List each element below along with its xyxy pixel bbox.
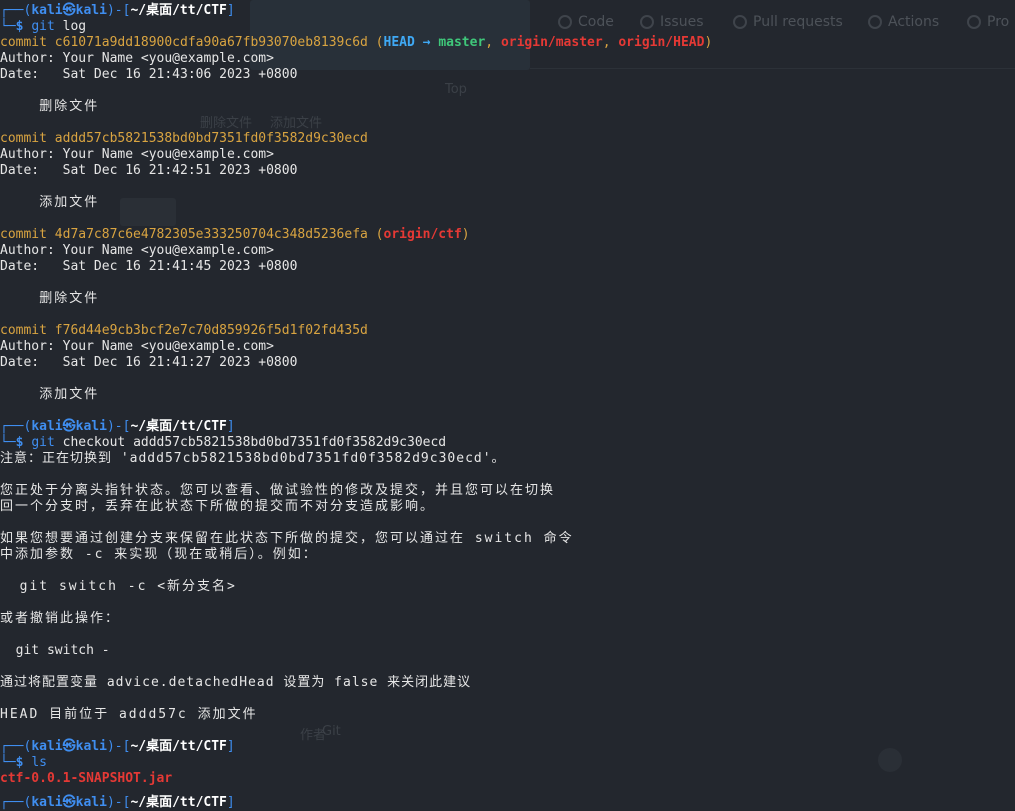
prompt-separator: )-[ [106, 3, 131, 18]
pull-request-icon [733, 15, 747, 29]
output-line: 通过将配置变量 advice.detachedHead 设置为 false 来关… [0, 675, 472, 690]
prompt-corner-top: ┌──( [0, 3, 32, 18]
ref-arrow: → [422, 35, 431, 50]
ls-output-file[interactable]: ctf-0.0.1-SNAPSHOT.jar [0, 771, 172, 787]
bg-tab-label: Pull requests [753, 14, 843, 30]
prompt-user: kali [31, 3, 63, 18]
output-line: 中添加参数 -c 来实现（现在或稍后）。例如： [0, 547, 318, 562]
bg-text-top: Top [445, 82, 467, 97]
prompt-line: ┌──(kali㉿kali)-[~/桌面/tt/CTF] [0, 3, 235, 19]
commit-hash: commit 4d7a7c87c6e4782305e333250704c348d… [0, 227, 368, 242]
background-button [120, 198, 176, 226]
commit-author: Author: Your Name <you@example.com> [0, 339, 274, 354]
prompt-line: ┌──(kali㉿kali)-[~/桌面/tt/CTF] [0, 795, 235, 811]
prompt-host: kali [75, 739, 107, 754]
prompt-host: kali [75, 419, 107, 434]
commit-message: 添加文件 [0, 387, 100, 402]
command-program: git [31, 435, 55, 450]
ref-head: HEAD [383, 35, 415, 50]
issues-icon [640, 15, 654, 29]
prompt-symbol: ㉿ [62, 419, 76, 434]
prompt-dollar: $ [15, 435, 24, 450]
bg-text-1: 删除文件 [200, 116, 253, 131]
ref-remote: origin/ctf [383, 227, 462, 242]
output-line: git switch - [0, 643, 110, 658]
commit-hash: commit f76d44e9cb3bcf2e7c70d859926f5d1f0… [0, 323, 368, 338]
prompt-dollar: $ [15, 19, 24, 34]
command-line: └─$ ls [0, 755, 47, 771]
command-args: log [54, 19, 87, 34]
prompt-dollar: $ [15, 755, 24, 770]
bg-tab-label: Actions [888, 14, 940, 30]
prompt-user: kali [31, 419, 63, 434]
command-line: └─$ git checkout addd57cb5821538bd0bd735… [0, 435, 446, 451]
prompt-line: ┌──(kali㉿kali)-[~/桌面/tt/CTF] [0, 419, 235, 435]
bg-tab-code: Code [558, 14, 614, 30]
prompt-corner-bottom: └─ [0, 435, 16, 450]
prompt-corner-bottom: └─ [0, 19, 16, 34]
prompt-bracket-close: ] [226, 739, 235, 754]
command-args: checkout addd57cb5821538bd0bd7351fd0f358… [54, 435, 447, 450]
bg-text-git: Git [322, 724, 341, 739]
bg-tab-pull-requests: Pull requests [733, 14, 843, 30]
prompt-separator: )-[ [106, 739, 131, 754]
bg-tab-label: Pro [987, 14, 1010, 30]
bg-tab-label: Code [578, 14, 614, 30]
prompt-separator: )-[ [106, 419, 131, 434]
command-program: git [31, 19, 55, 34]
prompt-host: kali [75, 3, 107, 18]
bg-tab-projects: Pro [967, 14, 1009, 30]
prompt-directory: ~/桌面/tt/CTF [130, 3, 227, 18]
ref-branch: master [438, 35, 486, 50]
commit-author: Author: Your Name <you@example.com> [0, 243, 274, 258]
commit-date: Date: Sat Dec 16 21:41:45 2023 +0800 [0, 259, 298, 274]
output-line: git switch -c <新分支名> [0, 579, 237, 594]
commit-hash: commit c61071a9dd18900cdfa90a67fb93070eb… [0, 35, 368, 50]
code-icon [558, 15, 572, 29]
commit-date: Date: Sat Dec 16 21:41:27 2023 +0800 [0, 355, 298, 370]
prompt-directory: ~/桌面/tt/CTF [130, 739, 227, 754]
commit-date: Date: Sat Dec 16 21:43:06 2023 +0800 [0, 67, 298, 82]
commit-date: Date: Sat Dec 16 21:42:51 2023 +0800 [0, 163, 298, 178]
commit-author: Author: Your Name <you@example.com> [0, 147, 274, 162]
output-line: HEAD 目前位于 addd57c 添加文件 [0, 707, 258, 722]
command-program: ls [31, 755, 47, 770]
commit-message: 删除文件 [0, 99, 100, 114]
background-footer-logo [878, 748, 902, 772]
prompt-bracket-close: ] [226, 3, 235, 18]
actions-icon [868, 15, 882, 29]
background-divider [530, 68, 1015, 69]
prompt-bracket-close: ] [226, 419, 235, 434]
prompt-corner-top: ┌──( [0, 739, 32, 754]
prompt-line: ┌──(kali㉿kali)-[~/桌面/tt/CTF] [0, 739, 235, 755]
prompt-corner-bottom: └─ [0, 755, 16, 770]
prompt-symbol: ㉿ [62, 739, 76, 754]
commit-hash: commit addd57cb5821538bd0bd7351fd0f3582d… [0, 131, 368, 146]
bg-tab-issues: Issues [640, 14, 704, 30]
commit-message: 添加文件 [0, 195, 100, 210]
commit-message: 删除文件 [0, 291, 100, 306]
commit-author: Author: Your Name <you@example.com> [0, 51, 274, 66]
output-line: 或者撤销此操作： [0, 611, 121, 626]
output-line: 回一个分支时，丢弃在此状态下所做的提交而不对分支造成影响。 [0, 499, 436, 514]
output-line: 您正处于分离头指针状态。您可以查看、做试验性的修改及提交，并且您可以在切换 [0, 483, 556, 498]
projects-icon [967, 15, 981, 29]
prompt-symbol: ㉿ [62, 3, 76, 18]
ref-remote: origin/HEAD [618, 35, 705, 50]
output-line: 注意：正在切换到 'addd57cb5821538bd0bd7351fd0f35… [0, 451, 506, 466]
command-line: └─$ git log [0, 19, 86, 35]
prompt-user: kali [31, 739, 63, 754]
bg-text-2: 添加文件 [270, 116, 323, 131]
bg-tab-label: Issues [660, 14, 704, 30]
output-line: 如果您想要通过创建分支来保留在此状态下所做的提交，您可以通过在 switch 命… [0, 531, 574, 546]
prompt-corner-top: ┌──( [0, 419, 32, 434]
bg-tab-actions: Actions [868, 14, 939, 30]
commit-line: commit c61071a9dd18900cdfa90a67fb93070eb… [0, 35, 713, 50]
commit-line: commit 4d7a7c87c6e4782305e333250704c348d… [0, 227, 470, 242]
prompt-directory: ~/桌面/tt/CTF [130, 419, 227, 434]
ref-remote: origin/master [500, 35, 603, 50]
